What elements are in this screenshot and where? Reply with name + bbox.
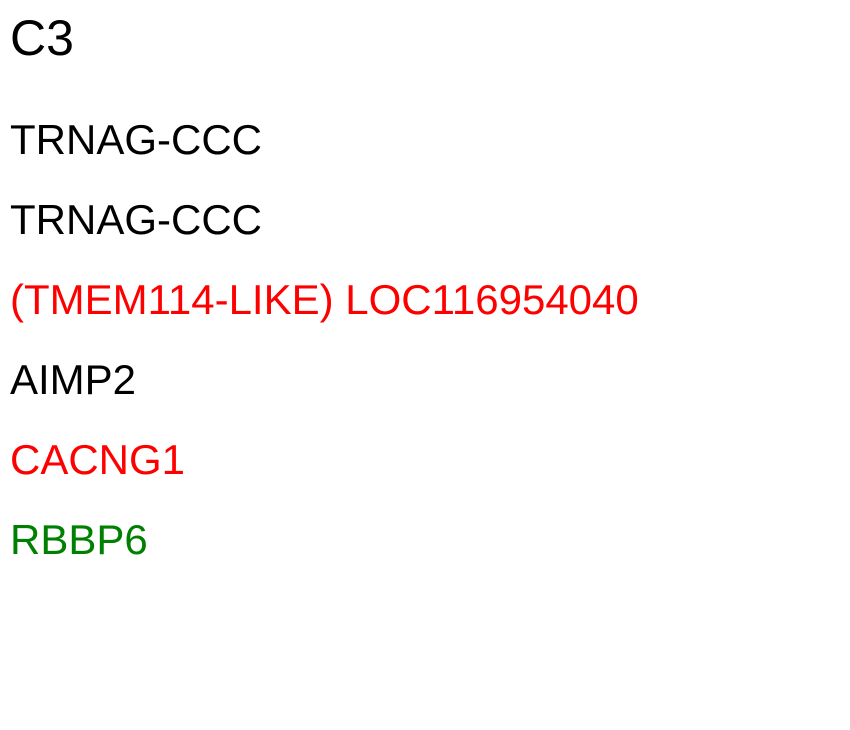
gene-item: (TMEM114-LIKE) LOC116954040 [10, 276, 639, 323]
page-title: C3 [10, 10, 74, 66]
gene-item: TRNAG-CCC [10, 116, 262, 163]
gene-item: CACNG1 [10, 436, 186, 483]
gene-list: TRNAG-CCC TRNAG-CCC (TMEM114-LIKE) LOC11… [10, 100, 639, 580]
gene-item: TRNAG-CCC [10, 196, 262, 243]
gene-item: AIMP2 [10, 356, 137, 403]
gene-item: RBBP6 [10, 516, 148, 563]
